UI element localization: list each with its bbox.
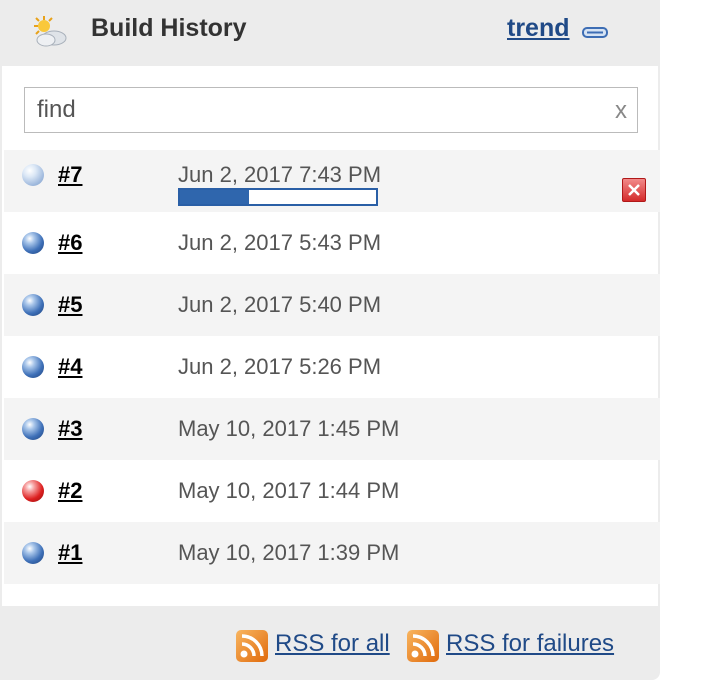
status-ball-icon: [22, 294, 44, 316]
build-progress-bar: [178, 188, 378, 206]
build-number-link[interactable]: #6: [58, 230, 82, 256]
build-list-area: x #7 Jun 2, 2017 7:43 PM #6 Jun 2, 2017 …: [2, 66, 660, 606]
status-ball-icon: [22, 418, 44, 440]
status-ball-icon: [22, 356, 44, 378]
collapse-icon[interactable]: [582, 26, 608, 38]
build-number-link[interactable]: #1: [58, 540, 82, 566]
trend-link[interactable]: trend: [507, 14, 570, 43]
status-ball-icon: [22, 232, 44, 254]
build-number-link[interactable]: #2: [58, 478, 82, 504]
status-ball-icon: [22, 164, 44, 186]
stop-build-icon[interactable]: [622, 178, 646, 202]
build-row-4: #4 Jun 2, 2017 5:26 PM: [4, 336, 660, 398]
build-row-1: #1 May 10, 2017 1:39 PM: [4, 522, 660, 584]
build-row-2: #2 May 10, 2017 1:44 PM: [4, 460, 660, 522]
rss-failures-link[interactable]: RSS for failures: [446, 630, 614, 658]
rss-icon[interactable]: [236, 630, 268, 662]
rss-icon[interactable]: [407, 630, 439, 662]
clear-search-button[interactable]: x: [615, 97, 627, 125]
build-history-panel: Build History trend x #7 Jun 2, 2017 7:4…: [0, 0, 660, 680]
panel-footer: RSS for all RSS for failures: [0, 612, 660, 680]
build-date: Jun 2, 2017 5:43 PM: [178, 230, 382, 255]
build-date: May 10, 2017 1:39 PM: [178, 540, 400, 565]
build-number-link[interactable]: #3: [58, 416, 82, 442]
status-ball-icon: [22, 480, 44, 502]
build-date: Jun 2, 2017 5:26 PM: [178, 354, 382, 379]
build-date: Jun 2, 2017 7:43 PM: [178, 162, 382, 187]
search-input[interactable]: [37, 96, 597, 124]
rss-all-link[interactable]: RSS for all: [275, 630, 390, 658]
search-box: x: [24, 87, 638, 133]
build-number-link[interactable]: #4: [58, 354, 82, 380]
build-row-6: #6 Jun 2, 2017 5:43 PM: [4, 212, 660, 274]
build-number-link[interactable]: #7: [58, 162, 82, 188]
build-row-3: #3 May 10, 2017 1:45 PM: [4, 398, 660, 460]
build-date: May 10, 2017 1:44 PM: [178, 478, 400, 503]
status-ball-icon: [22, 542, 44, 564]
build-row-7: #7 Jun 2, 2017 7:43 PM: [4, 150, 660, 212]
build-progress-fill: [180, 190, 249, 204]
sun-cloud-icon: [32, 14, 68, 50]
build-row-5: #5 Jun 2, 2017 5:40 PM: [4, 274, 660, 336]
build-number-link[interactable]: #5: [58, 292, 82, 318]
panel-title: Build History: [91, 14, 247, 42]
build-date: May 10, 2017 1:45 PM: [178, 416, 400, 441]
build-date: Jun 2, 2017 5:40 PM: [178, 292, 382, 317]
panel-header: Build History trend: [0, 0, 660, 64]
